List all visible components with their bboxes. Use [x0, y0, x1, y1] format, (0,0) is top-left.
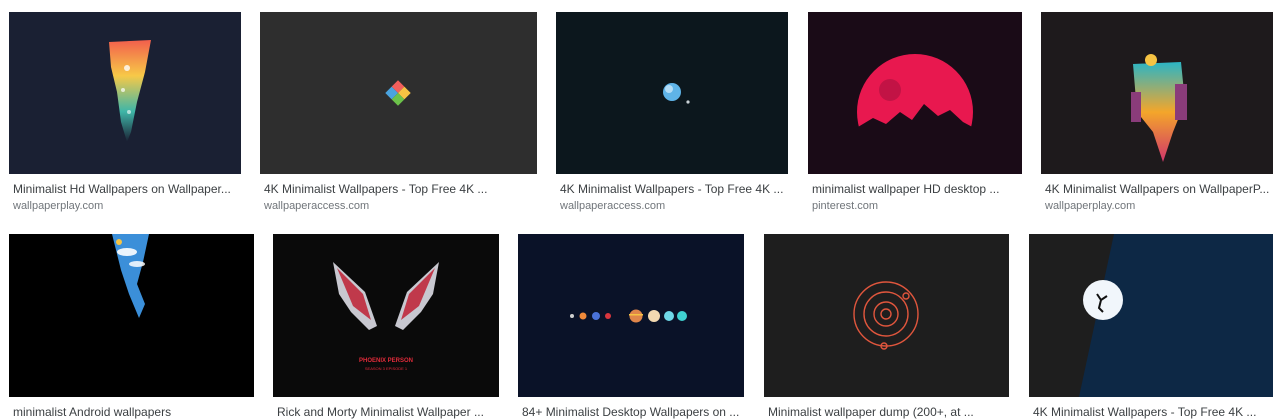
result-title[interactable]: minimalist Android wallpapers: [13, 404, 254, 420]
result-source: wallpaperaccess.com: [264, 200, 370, 212]
result-title[interactable]: 4K Minimalist Wallpapers on WallpaperP..…: [1045, 181, 1273, 197]
result-source: pinterest.com: [812, 200, 879, 212]
result-card-4[interactable]: minimalist wallpaper HD desktop ... pint…: [808, 12, 1022, 212]
poster-subtitle-text: SEASON 3 EPISODE 1: [365, 366, 408, 371]
thumbnail-sunset-city-image[interactable]: [1041, 12, 1273, 174]
thumbnail-red-planet-image[interactable]: [808, 12, 1022, 174]
thumbnail-ice-cave-image[interactable]: [9, 12, 241, 174]
result-source: wallpaperplay.com: [1045, 200, 1136, 212]
result-title[interactable]: 4K Minimalist Wallpapers - Top Free 4K .…: [1033, 404, 1273, 420]
result-card-8[interactable]: 84+ Minimalist Desktop Wallpapers on ...: [518, 234, 744, 419]
result-card-5[interactable]: 4K Minimalist Wallpapers on WallpaperP..…: [1041, 12, 1273, 212]
result-title[interactable]: Minimalist wallpaper dump (200+, at ...: [768, 404, 1009, 420]
result-card-10[interactable]: 4K Minimalist Wallpapers - Top Free 4K .…: [1029, 234, 1273, 419]
result-title[interactable]: minimalist wallpaper HD desktop ...: [812, 181, 1022, 197]
result-title[interactable]: Rick and Morty Minimalist Wallpaper ...: [277, 404, 499, 420]
poster-title-text: PHOENIX PERSON: [359, 358, 413, 364]
thumbnail-earth-moon-image[interactable]: [556, 12, 788, 174]
thumbnail-orbit-rings-image[interactable]: [764, 234, 1009, 397]
thumbnail-climber-moon-image[interactable]: [1029, 234, 1273, 397]
result-card-9[interactable]: Minimalist wallpaper dump (200+, at ...: [764, 234, 1009, 419]
thumbnail-wings-emblem-image[interactable]: PHOENIX PERSON SEASON 3 EPISODE 1: [273, 234, 499, 397]
result-source: wallpaperaccess.com: [560, 200, 666, 212]
result-title[interactable]: 4K Minimalist Wallpapers - Top Free 4K .…: [264, 181, 537, 197]
thumbnail-diamond-logo-image[interactable]: [260, 12, 537, 174]
result-card-3[interactable]: 4K Minimalist Wallpapers - Top Free 4K .…: [556, 12, 788, 212]
thumbnail-solar-system-image[interactable]: [518, 234, 744, 397]
result-card-6[interactable]: minimalist Android wallpapers: [9, 234, 254, 419]
result-title[interactable]: 84+ Minimalist Desktop Wallpapers on ...: [522, 404, 744, 420]
result-card-1[interactable]: Minimalist Hd Wallpapers on Wallpaper...…: [9, 12, 241, 212]
result-source: wallpaperplay.com: [13, 200, 104, 212]
result-card-7[interactable]: PHOENIX PERSON SEASON 3 EPISODE 1 Rick a…: [273, 234, 499, 419]
result-title[interactable]: Minimalist Hd Wallpapers on Wallpaper...: [13, 181, 241, 197]
result-card-2[interactable]: 4K Minimalist Wallpapers - Top Free 4K .…: [260, 12, 537, 212]
thumbnail-sky-crack-image[interactable]: [9, 234, 254, 397]
result-title[interactable]: 4K Minimalist Wallpapers - Top Free 4K .…: [560, 181, 788, 197]
